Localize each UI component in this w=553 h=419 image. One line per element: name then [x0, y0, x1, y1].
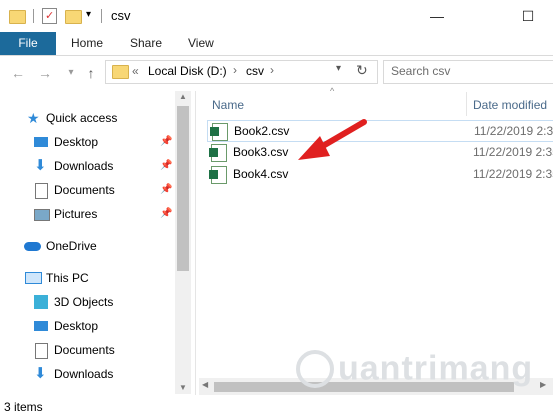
column-divider[interactable] [466, 92, 467, 116]
annotation-arrow-icon [298, 119, 367, 160]
file-date: 11/22/2019 2:34 [474, 124, 553, 138]
excel-csv-icon [209, 166, 227, 184]
nav-label: 3D Objects [54, 295, 114, 309]
chevron-right-icon[interactable]: › [270, 63, 274, 77]
pane-divider [195, 91, 196, 395]
column-header-name[interactable]: Name [212, 94, 244, 116]
file-date: 11/22/2019 2:35 [473, 145, 553, 159]
excel-csv-icon [209, 144, 227, 162]
search-box[interactable]: Search csv [383, 60, 553, 84]
recent-locations-icon[interactable]: ▾ [62, 64, 80, 82]
pin-icon[interactable]: 📌 [160, 130, 172, 154]
nav-label: Quick access [46, 111, 118, 125]
file-name: Book2.csv [234, 124, 290, 138]
breadcrumb-local-disk[interactable]: Local Disk (D:) [148, 64, 227, 78]
nav-label: Desktop [54, 135, 99, 149]
forward-icon[interactable]: → [36, 64, 54, 82]
address-bar[interactable]: « Local Disk (D:) › csv › ▾ ↻ [105, 60, 378, 84]
document-icon [35, 343, 48, 359]
nav-label: Desktop [54, 319, 99, 333]
maximize-icon[interactable]: ☐ [505, 0, 551, 32]
tab-share[interactable]: Share [130, 32, 162, 55]
separator [33, 9, 34, 23]
download-icon: ⬇ [34, 157, 47, 174]
scroll-up-icon[interactable]: ▲ [179, 92, 187, 101]
nav-label: Downloads [54, 367, 114, 381]
tab-view[interactable]: View [188, 32, 214, 55]
quick-access-toolbar-dropdown-icon[interactable]: ▾ [86, 9, 91, 20]
folder-icon [9, 10, 26, 24]
nav-label: Documents [54, 343, 115, 357]
pin-icon[interactable]: 📌 [160, 154, 172, 178]
chevron-down-icon[interactable]: ▾ [336, 63, 341, 74]
separator [101, 9, 102, 23]
tab-home[interactable]: Home [71, 32, 103, 55]
cube-icon [34, 295, 48, 309]
pictures-icon [34, 209, 50, 221]
sort-ascending-icon: ^ [330, 86, 335, 96]
pin-icon[interactable]: 📌 [160, 178, 172, 202]
nav-label: Pictures [54, 207, 98, 221]
document-icon [35, 183, 48, 199]
new-folder-icon[interactable] [65, 10, 82, 24]
title-bar [0, 0, 553, 32]
folder-icon [112, 65, 129, 79]
desktop-icon [34, 321, 48, 331]
nav-label: This PC [46, 271, 89, 285]
address-overflow[interactable]: « [132, 64, 139, 78]
nav-label: OneDrive [46, 239, 97, 253]
nav-label: Documents [54, 183, 115, 197]
file-row[interactable]: Book4.csv 11/22/2019 2:35 [207, 163, 553, 185]
file-name: Book4.csv [233, 167, 289, 181]
up-icon[interactable]: ↑ [82, 64, 100, 82]
file-date: 11/22/2019 2:35 [473, 167, 553, 181]
pin-icon[interactable]: 📌 [160, 202, 172, 226]
scroll-left-icon[interactable]: ◀ [202, 380, 208, 389]
star-icon: ★ [27, 110, 40, 126]
minimize-icon[interactable]: — [414, 0, 460, 32]
file-name: Book3.csv [233, 145, 289, 159]
window-title: csv [111, 8, 131, 23]
search-input[interactable]: Search csv [391, 64, 450, 78]
excel-csv-icon [210, 123, 228, 141]
nav-pane-scroll-thumb[interactable] [177, 106, 189, 271]
file-row[interactable]: Book2.csv 11/22/2019 2:34 [207, 120, 553, 142]
cloud-icon [24, 242, 41, 251]
status-bar: 3 items [0, 395, 553, 419]
breadcrumb-csv[interactable]: csv [246, 64, 264, 78]
desktop-icon [34, 137, 48, 147]
download-icon: ⬇ [34, 365, 47, 382]
file-row[interactable]: Book3.csv 11/22/2019 2:35 [207, 141, 553, 163]
properties-icon[interactable]: ✓ [42, 8, 57, 24]
refresh-icon[interactable]: ↻ [356, 62, 368, 79]
tab-file[interactable]: File [0, 32, 56, 55]
column-header-date-modified[interactable]: Date modified [473, 94, 547, 116]
watermark-logo: uantrimang [296, 348, 546, 398]
chevron-right-icon[interactable]: › [233, 63, 237, 77]
item-count: 3 items [4, 400, 43, 414]
nav-label: Downloads [54, 159, 114, 173]
scroll-down-icon[interactable]: ▼ [179, 383, 187, 392]
back-icon[interactable]: ← [9, 64, 27, 82]
computer-icon [25, 272, 42, 284]
